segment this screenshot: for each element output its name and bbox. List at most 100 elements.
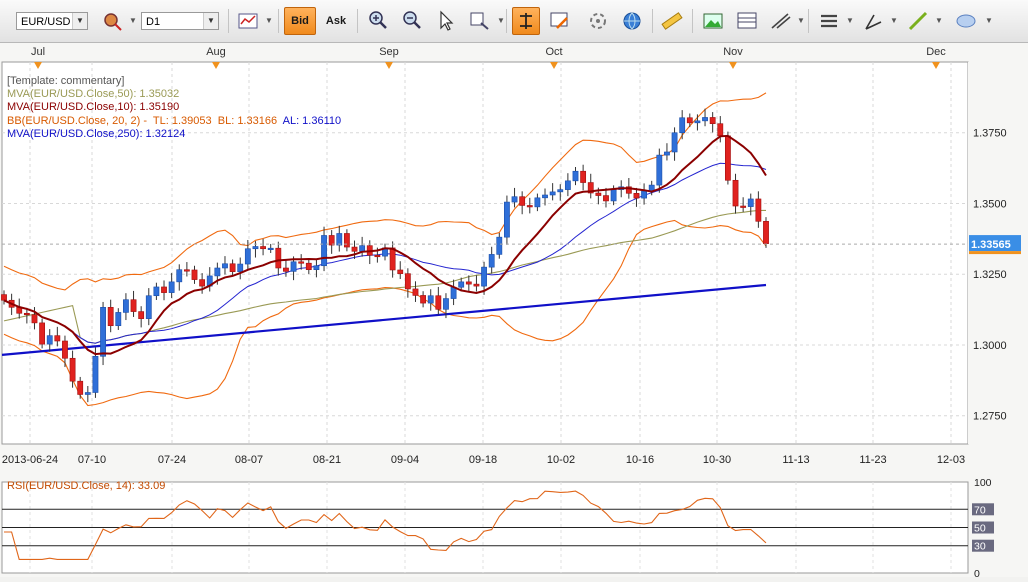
x-tick-label: 09-04: [391, 454, 419, 466]
candle-bear: [724, 135, 731, 181]
chevron-down-icon[interactable]: ▼: [497, 16, 505, 25]
chart-type-icon[interactable]: [234, 7, 262, 35]
candle-bull: [214, 267, 221, 277]
symbol-select[interactable]: EUR/USD ▼: [16, 12, 88, 30]
candle-bear: [732, 179, 739, 207]
x-tick-label: 2013-06-24: [2, 454, 58, 466]
candle-bull: [504, 201, 510, 238]
chevron-down-icon[interactable]: ▼: [890, 16, 898, 25]
x-tick-label: 11-13: [782, 454, 809, 466]
month-label: Dec: [926, 46, 946, 58]
separator: [652, 9, 653, 33]
candle-bull: [610, 189, 617, 202]
candle-bear: [709, 117, 716, 124]
month-label: Aug: [206, 46, 226, 58]
y-tick-label: 1.3250: [973, 269, 1007, 281]
chevron-down-icon[interactable]: ▼: [797, 16, 805, 25]
layout-icon[interactable]: [733, 7, 761, 35]
indicator-legend: [Template: commentary] MVA(EUR/USD.Close…: [7, 75, 341, 141]
candle-bull: [336, 233, 343, 246]
bb-legend-al: AL: 1.36110: [282, 114, 342, 127]
ma50-legend: MVA(EUR/USD.Close,50): 1.35032: [7, 88, 180, 101]
zoom-in-icon[interactable]: [364, 7, 392, 35]
candle-bear: [519, 196, 526, 206]
candle-bull: [664, 151, 670, 156]
chevron-down-icon[interactable]: ▼: [129, 16, 137, 25]
separator: [228, 9, 229, 33]
candle-bear: [31, 314, 38, 324]
ruler-icon[interactable]: [658, 7, 686, 35]
chevron-down-icon[interactable]: ▼: [72, 13, 87, 29]
candle-bear: [603, 195, 609, 202]
chevron-down-icon[interactable]: ▼: [935, 16, 943, 25]
candle-bull: [153, 286, 160, 297]
magnifier-icon[interactable]: [466, 7, 494, 35]
candle-bear: [77, 380, 84, 395]
candle-bear: [420, 295, 426, 304]
x-tick-label: 08-07: [235, 454, 263, 466]
trendline-icon[interactable]: [904, 7, 932, 35]
candle-bear: [740, 205, 747, 208]
candle-bear: [412, 288, 419, 296]
candle-bear: [580, 170, 587, 183]
x-tick-label: 10-16: [626, 454, 654, 466]
candle-bull: [92, 355, 99, 393]
x-tick-label: 09-18: [469, 454, 497, 466]
candle-bear: [138, 311, 145, 319]
template-label: [Template: commentary]: [7, 75, 125, 87]
candle-bull: [313, 265, 320, 270]
candle-bear: [69, 357, 76, 382]
chevron-down-icon[interactable]: ▼: [985, 16, 993, 25]
separator: [357, 9, 358, 33]
chart-settings-icon[interactable]: [98, 7, 126, 35]
signal-icon[interactable]: [584, 7, 612, 35]
ma250-legend: MVA(EUR/USD.Close,250): 1.32124: [7, 127, 186, 140]
zoom-out-icon[interactable]: [398, 7, 426, 35]
cursor-icon[interactable]: [432, 7, 460, 35]
y-tick-label: 1.3000: [973, 340, 1007, 352]
chevron-down-icon[interactable]: ▼: [265, 16, 273, 25]
candle-bear: [260, 246, 266, 250]
candle-bull: [694, 120, 701, 124]
separator: [506, 9, 507, 33]
candle-bull: [46, 335, 53, 345]
chevron-down-icon[interactable]: ▼: [203, 13, 218, 29]
candle-bear: [54, 335, 61, 342]
candle-bull: [511, 196, 518, 203]
timeframe-select[interactable]: D1 ▼: [141, 12, 219, 30]
bid-button[interactable]: Bid: [284, 7, 316, 35]
candle-bull: [321, 235, 327, 267]
ma10-legend: MVA(EUR/USD.Close,10): 1.35190: [7, 101, 180, 114]
candle-bull: [176, 269, 183, 283]
lines-tool-icon[interactable]: [767, 7, 795, 35]
candle-bull: [100, 307, 106, 357]
x-tick-label: 08-21: [313, 454, 341, 466]
bb-legend-tl: TL: 1.39053: [152, 114, 212, 127]
candle-bull: [656, 154, 663, 186]
candle-bull: [488, 254, 495, 268]
candle-bear: [351, 246, 358, 252]
candle-bull: [145, 295, 152, 319]
x-tick-label: 12-03: [937, 454, 965, 466]
crosshair-icon[interactable]: [512, 7, 540, 35]
candle-bull: [267, 247, 274, 250]
candle-bull: [671, 132, 678, 153]
candle-bull: [641, 190, 647, 199]
draw-tool-icon[interactable]: [860, 7, 888, 35]
list-icon[interactable]: [815, 7, 843, 35]
candle-bear: [686, 117, 693, 124]
candle-bear: [633, 192, 640, 199]
ask-button[interactable]: Ask: [320, 7, 352, 35]
candle-bear: [763, 221, 769, 244]
picture-icon[interactable]: [699, 7, 727, 35]
candle-bear: [595, 192, 602, 196]
globe-icon[interactable]: [618, 7, 646, 35]
candle-bear: [305, 262, 312, 270]
candle-bull: [222, 263, 228, 269]
candle-bear: [397, 269, 404, 274]
ellipse-icon[interactable]: [952, 7, 980, 35]
candle-bear: [526, 205, 533, 208]
timeframe-value: D1: [146, 16, 161, 28]
chevron-down-icon[interactable]: ▼: [846, 16, 854, 25]
edit-chart-icon[interactable]: [546, 7, 574, 35]
